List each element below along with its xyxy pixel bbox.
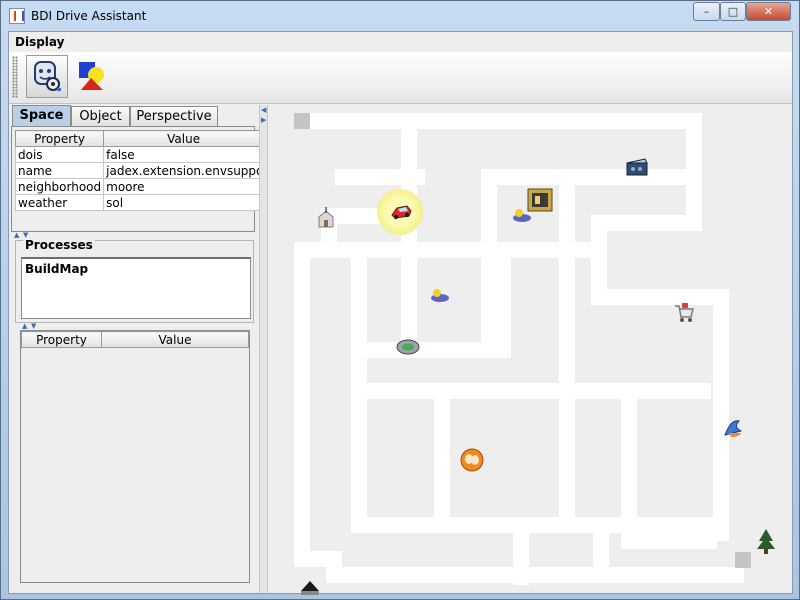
process-properties-table: Property Value: [21, 331, 249, 348]
road: [401, 129, 417, 343]
road: [335, 169, 425, 185]
collapse-left-icon[interactable]: ◀: [261, 107, 266, 114]
cinema-icon[interactable]: [625, 157, 649, 177]
tree-icon[interactable]: [755, 527, 777, 555]
column-header-property[interactable]: Property: [14, 130, 105, 147]
property-cell[interactable]: weather: [14, 194, 105, 211]
road: [434, 383, 450, 533]
table-row[interactable]: dois false: [14, 146, 265, 163]
road: [559, 358, 575, 533]
value-cell[interactable]: moore: [103, 178, 265, 195]
start-marker: [294, 113, 310, 129]
property-cell[interactable]: dois: [14, 146, 105, 163]
road: [326, 567, 744, 583]
collapse-up-icon[interactable]: ▲: [22, 323, 27, 330]
walker-icon[interactable]: [429, 287, 451, 303]
minimize-button[interactable]: –: [693, 2, 720, 21]
column-header-property[interactable]: Property: [21, 331, 102, 348]
left-panel: Space Object Perspective Property Value …: [10, 105, 265, 593]
stadium-icon[interactable]: [395, 336, 421, 356]
construction-icon[interactable]: [299, 579, 321, 599]
maximize-button[interactable]: □: [720, 2, 746, 21]
road: [294, 113, 702, 129]
road: [621, 399, 637, 535]
value-cell[interactable]: jadex.extension.envsuppor…: [103, 162, 265, 179]
column-header-value[interactable]: Value: [103, 130, 265, 147]
vertical-split-divider[interactable]: ◀ ▶: [259, 105, 268, 593]
flag-icon[interactable]: [721, 415, 745, 439]
avatar-gear-icon: [34, 61, 61, 91]
main-window: BDI Drive Assistant – □ ✕ Display Space …: [0, 0, 800, 600]
road: [607, 289, 727, 305]
processes-panel: Processes BuildMap: [15, 238, 254, 323]
road: [351, 383, 711, 399]
space-properties-table: Property Value dois false name jadex.ext…: [14, 130, 265, 211]
java-app-icon: [9, 8, 25, 24]
shopping-cart-icon[interactable]: [672, 301, 696, 325]
road: [495, 258, 511, 358]
title-bar[interactable]: BDI Drive Assistant – □ ✕: [1, 1, 799, 31]
road: [621, 533, 717, 549]
column-header-value[interactable]: Value: [101, 331, 249, 348]
display-label: Display: [15, 35, 65, 49]
end-marker: [735, 552, 751, 568]
collapse-right-icon[interactable]: ▶: [261, 117, 266, 124]
table-row[interactable]: weather sol: [14, 194, 265, 211]
road: [294, 242, 310, 567]
collapse-down-icon[interactable]: ▼: [31, 323, 36, 330]
road: [294, 242, 598, 258]
perspective-button[interactable]: [70, 55, 112, 98]
processes-title: Processes: [23, 238, 95, 252]
collapse-up-icon[interactable]: ▲: [14, 232, 19, 239]
split-divider-bottom[interactable]: ▲ ▼: [18, 323, 267, 330]
tab-object[interactable]: Object: [71, 106, 130, 127]
tab-strip: Space Object Perspective: [11, 105, 256, 127]
window-title: BDI Drive Assistant: [31, 9, 147, 23]
list-item[interactable]: BuildMap: [25, 262, 88, 276]
road: [593, 533, 609, 583]
road: [591, 215, 701, 231]
walker-icon[interactable]: [511, 207, 533, 223]
theater-icon[interactable]: [459, 447, 485, 473]
church-icon[interactable]: [315, 207, 337, 229]
road: [497, 169, 689, 185]
observer-button[interactable]: [26, 55, 68, 98]
close-button[interactable]: ✕: [746, 2, 791, 21]
road: [351, 342, 511, 358]
road: [351, 517, 721, 533]
table-row[interactable]: name jadex.extension.envsuppor…: [14, 162, 265, 179]
toolbar-grip[interactable]: [12, 56, 18, 98]
road: [559, 245, 575, 358]
client-area: Display Space Object Perspective Propert…: [8, 31, 793, 595]
shapes-icon: [79, 62, 104, 90]
property-cell[interactable]: name: [14, 162, 105, 179]
value-cell[interactable]: sol: [103, 194, 265, 211]
tab-perspective[interactable]: Perspective: [130, 106, 218, 127]
processes-list[interactable]: BuildMap: [21, 257, 251, 319]
tab-space[interactable]: Space: [12, 105, 71, 127]
toolbar: [9, 52, 792, 104]
table-row[interactable]: neighborhood moore: [14, 178, 265, 195]
property-cell[interactable]: neighborhood: [14, 178, 105, 195]
car-icon[interactable]: [389, 203, 413, 221]
map-view[interactable]: [269, 105, 792, 595]
road: [591, 215, 607, 305]
space-tab-panel: Property Value dois false name jadex.ext…: [11, 126, 265, 232]
value-cell[interactable]: false: [103, 146, 265, 163]
process-properties-panel: Property Value: [20, 330, 250, 583]
